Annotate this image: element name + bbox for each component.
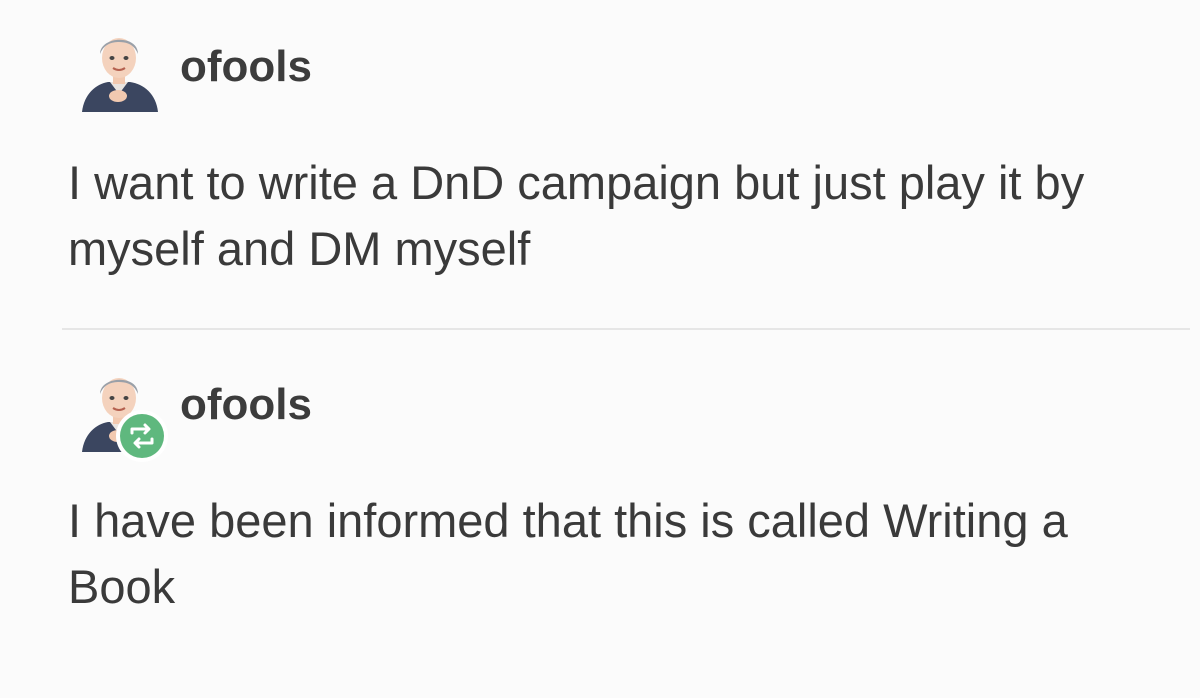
post-text: I want to write a DnD campaign but just … — [68, 156, 1085, 275]
post: ofools I want to write a DnD campaign bu… — [0, 0, 1200, 330]
avatar[interactable] — [78, 28, 160, 114]
username[interactable]: ofools — [180, 380, 312, 430]
user-avatar-icon — [82, 38, 158, 112]
post-text: I have been informed that this is called… — [68, 494, 1068, 613]
reblog-badge — [116, 410, 168, 462]
username[interactable]: ofools — [180, 42, 312, 92]
reblog-icon — [130, 423, 154, 449]
